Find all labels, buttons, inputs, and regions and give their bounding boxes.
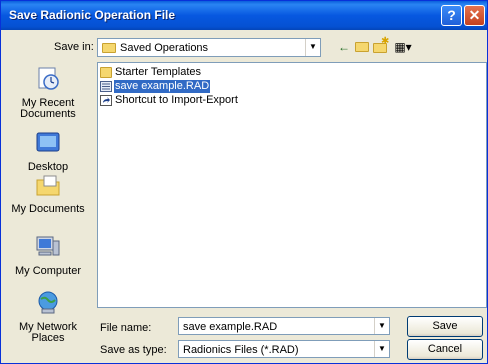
back-icon[interactable]: ← [335, 38, 353, 56]
my-documents-icon [36, 175, 60, 196]
file-list[interactable]: Starter Templates save example.RAD Short… [97, 62, 487, 308]
place-my-computer[interactable]: My Computer [4, 233, 92, 277]
save-dialog: Save Radionic Operation File ? ✕ Save in… [0, 0, 488, 364]
rad-file-icon [100, 81, 112, 92]
file-name-label: File name: [100, 322, 152, 334]
chevron-down-icon[interactable]: ▼ [374, 318, 389, 334]
save-in-label: Save in: [54, 41, 94, 53]
cancel-button[interactable]: Cancel [407, 339, 483, 360]
chevron-down-icon[interactable]: ▼ [374, 341, 389, 357]
chevron-down-icon[interactable]: ▼ [305, 39, 320, 56]
place-label: My Computer [14, 265, 82, 277]
save-as-type-label: Save as type: [100, 344, 167, 356]
title-bar[interactable]: Save Radionic Operation File ? ✕ [1, 1, 487, 30]
place-label: My Recent Documents [20, 97, 76, 120]
save-button[interactable]: Save [407, 316, 483, 337]
views-menu-icon[interactable]: ▦▾ [391, 38, 415, 56]
place-my-documents[interactable]: My Documents [4, 171, 92, 215]
folder-icon [102, 43, 116, 53]
save-in-dropdown[interactable]: Saved Operations ▼ [97, 38, 321, 57]
place-network-places[interactable]: My Network Places [4, 289, 92, 344]
place-desktop[interactable]: Desktop [4, 129, 92, 173]
save-as-type-value: Radionics Files (*.RAD) [183, 344, 299, 356]
file-name: save example.RAD [114, 80, 211, 93]
shortcut-icon [100, 95, 112, 106]
window-title: Save Radionic Operation File [9, 8, 176, 22]
file-name-value[interactable]: save example.RAD [183, 321, 277, 333]
new-folder-star: ✱ [381, 36, 390, 47]
place-label: My Network Places [18, 321, 78, 344]
recent-documents-icon [38, 67, 59, 90]
place-recent-documents[interactable]: My Recent Documents [4, 65, 92, 120]
help-button[interactable]: ? [441, 5, 462, 26]
file-name: Starter Templates [115, 66, 202, 78]
up-folder-icon[interactable] [353, 38, 371, 56]
desktop-icon [36, 132, 60, 152]
close-button[interactable]: ✕ [464, 5, 485, 26]
my-computer-icon [36, 236, 60, 256]
network-places-icon [38, 291, 58, 314]
up-folder-shape [355, 42, 369, 52]
save-in-value: Saved Operations [120, 42, 209, 54]
save-as-type-dropdown[interactable]: Radionics Files (*.RAD) ▼ [178, 340, 390, 358]
file-name-input[interactable]: save example.RAD ▼ [178, 317, 390, 335]
new-folder-icon[interactable]: ✱ [372, 36, 390, 56]
file-name: Shortcut to Import-Export [115, 94, 238, 106]
place-label: My Documents [11, 203, 85, 215]
folder-icon [100, 67, 112, 78]
places-bar: My Recent Documents Desktop My Documents [4, 61, 92, 361]
